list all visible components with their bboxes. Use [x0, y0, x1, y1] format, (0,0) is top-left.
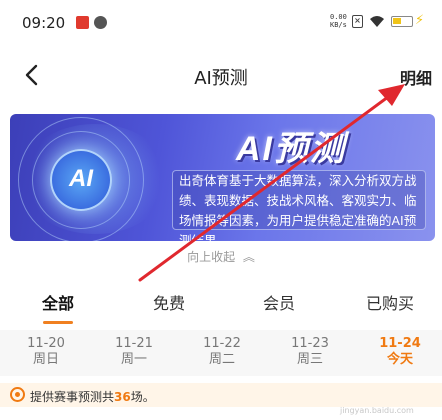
tab-member[interactable]: 会员 — [224, 290, 334, 314]
tab-purchased[interactable]: 已购买 — [335, 290, 442, 314]
target-icon — [10, 387, 25, 402]
notification-app-icon — [76, 16, 89, 29]
date-item-11-23[interactable]: 11-23 周三 — [280, 336, 340, 368]
wifi-icon — [370, 16, 384, 27]
date-item-11-24[interactable]: 11-24 今天 — [370, 336, 430, 368]
collapse-label: 向上收起 — [187, 250, 236, 264]
battery-icon — [391, 16, 413, 27]
prediction-count-notice: 提供赛事预测共36场。 — [0, 383, 442, 407]
filter-tabs: 全部 免费 会员 已购买 — [0, 290, 442, 330]
date-item-11-21[interactable]: 11-21 周一 — [104, 336, 164, 368]
no-sim-icon: × — [352, 15, 363, 28]
detail-button[interactable]: 明细 — [400, 65, 432, 89]
notification-app-icon-2 — [94, 16, 107, 29]
collapse-toggle[interactable]: 向上收起 ︽ — [0, 248, 442, 265]
date-item-11-22[interactable]: 11-22 周二 — [192, 336, 252, 368]
network-speed: 0.00 KB/s — [330, 13, 347, 29]
tab-free[interactable]: 免费 — [114, 290, 224, 314]
status-time: 09:20 — [22, 14, 66, 32]
banner-description: 出奇体育基于大数据算法，深入分析双方战绩、表现数据、技战术风格、客观实力、临场情… — [172, 170, 426, 241]
notice-text: 提供赛事预测共36场。 — [30, 390, 155, 404]
back-arrow-icon[interactable] — [22, 62, 44, 88]
watermark: jingyan.baidu.com — [340, 406, 414, 415]
active-tab-indicator — [43, 321, 73, 324]
date-selector: 11-20 周日 11-21 周一 11-22 周二 11-23 周三 11-2… — [0, 330, 442, 376]
page-title: AI预测 — [194, 68, 248, 89]
prediction-count: 36 — [114, 390, 131, 404]
status-bar: 09:20 0.00 KB/s × ⚡ — [0, 0, 442, 44]
double-chevron-up-icon: ︽ — [242, 250, 255, 264]
tab-all[interactable]: 全部 — [3, 290, 113, 314]
banner-logo: AI预测 — [236, 130, 346, 168]
charging-icon: ⚡ — [415, 13, 425, 28]
date-item-11-20[interactable]: 11-20 周日 — [16, 336, 76, 368]
ai-prediction-banner: AI AI预测 出奇体育基于大数据算法，深入分析双方战绩、表现数据、技战术风格、… — [10, 114, 435, 241]
ai-circle-icon: AI — [50, 149, 112, 211]
